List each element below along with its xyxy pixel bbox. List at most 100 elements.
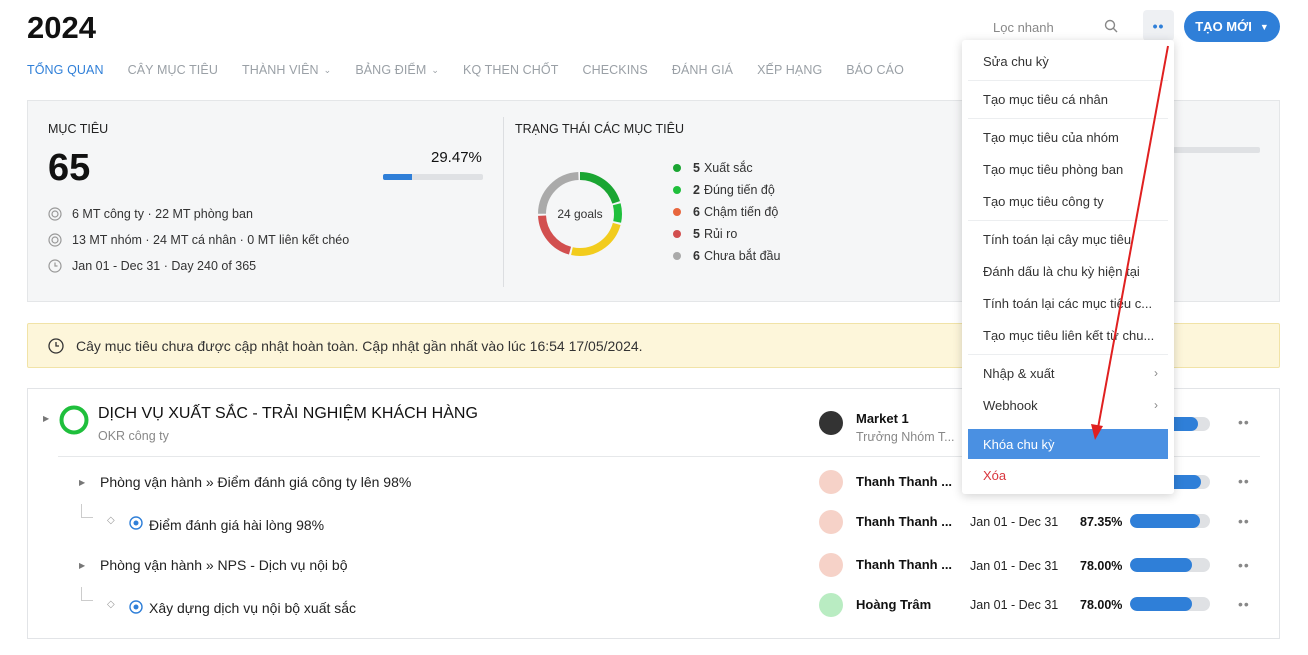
menu-item-create-personal[interactable]: Tạo mục tiêu cá nhân [968,84,1168,114]
okr-row-title[interactable]: Phòng vận hành » Điểm đánh giá công ty l… [100,474,411,490]
menu-item-edit-cycle[interactable]: Sửa chu kỳ [968,46,1168,76]
menu-item-create-company[interactable]: Tạo mục tiêu công ty [968,186,1168,216]
tab-key-results[interactable]: KQ THEN CHỐT [463,63,558,77]
menu-item-create-department[interactable]: Tạo mục tiêu phòng ban [968,154,1168,184]
menu-label: Khóa chu kỳ [983,436,1055,452]
tab-checkins[interactable]: CHECKINS [582,63,647,77]
menu-label: Tạo mục tiêu liên kết từ chu... [983,327,1155,343]
expand-icon[interactable]: ▶ [43,414,49,423]
row-menu-icon[interactable]: •• [1238,557,1250,573]
row-date: Jan 01 - Dec 31 [970,598,1059,612]
row-date: Jan 01 - Dec 31 [970,559,1059,573]
avatar [819,470,843,494]
tab-label: ĐÁNH GIÁ [671,63,734,77]
tab-label: TỔNG QUAN [27,63,104,77]
search-icon[interactable] [1104,19,1118,36]
chevron-right-icon: › [1154,366,1158,380]
status-count: 6 [693,249,700,263]
avatar [819,411,843,435]
expand-icon[interactable]: ▶ [79,478,85,487]
status-dot [673,230,681,238]
okr-title[interactable]: DỊCH VỤ XUẤT SẮC - TRẢI NGHIỆM KHÁCH HÀN… [98,405,478,423]
menu-divider [968,220,1168,221]
tab-reviews[interactable]: ĐÁNH GIÁ [672,63,733,77]
tab-label: CÂY MỤC TIÊU [127,63,218,77]
tab-ranking[interactable]: XẾP HẠNG [757,63,822,77]
okr-row-title[interactable]: Điểm đánh giá hài lòng 98% [149,517,324,533]
row-menu-icon[interactable]: •• [1238,513,1250,529]
partial-progress-bar [1173,147,1260,153]
meta-text: 6 MT công ty · 22 MT phòng ban [72,207,253,221]
menu-divider [968,118,1168,119]
meta-text: Jan 01 - Dec 31 · Day 240 of 365 [72,259,257,273]
row-menu-icon[interactable]: •• [1238,596,1250,612]
create-label: TẠO MỚI [1195,19,1252,34]
menu-item-webhook[interactable]: Webhook › [968,390,1168,420]
okr-row-title[interactable]: Phòng vận hành » NPS - Dịch vụ nội bộ [100,557,348,573]
more-options-menu: Sửa chu kỳ Tạo mục tiêu cá nhân Tạo mục … [962,40,1174,494]
quick-filter-input[interactable] [980,19,1090,35]
expand-icon[interactable]: ▶ [79,561,85,570]
tab-scoreboard[interactable]: BẢNG ĐIỂM ⌄ [355,63,439,77]
menu-item-create-linked[interactable]: Tạo mục tiêu liên kết từ chu... [968,320,1168,350]
tab-members[interactable]: THÀNH VIÊN ⌄ [242,63,331,77]
tab-label: THÀNH VIÊN [241,63,319,77]
overall-progress-bar [383,174,483,180]
progress-fill [383,174,413,180]
status-label: Rủi ro [703,227,738,241]
legend-item-behind: 6 Chậm tiến độ [673,201,780,223]
menu-label: Tạo mục tiêu công ty [983,193,1104,209]
donut-center-label: 24 goals [557,207,602,221]
more-options-button[interactable]: •• [1143,10,1174,41]
menu-divider [968,80,1168,81]
page-title: 2024 [27,10,96,45]
status-count: 5 [693,227,700,241]
quick-filter [980,14,1130,40]
menu-item-mark-current[interactable]: Đánh dấu là chu kỳ hiện tại [968,256,1168,286]
menu-item-delete[interactable]: Xóa [968,460,1168,490]
notice-text: Cây mục tiêu chưa được cập nhật hoàn toà… [76,337,643,354]
menu-item-import-export[interactable]: Nhập & xuất › [968,358,1168,388]
status-count: 6 [693,205,700,219]
more-dots-icon: •• [1152,17,1165,34]
status-label: Chậm tiến độ [703,205,779,219]
row-pct: 87.35% [1080,515,1123,529]
tab-label: BẢNG ĐIỂM [355,63,427,77]
key-result-icon [129,516,143,530]
create-new-button[interactable]: TẠO MỚI ▼ [1184,11,1280,42]
avatar [819,510,843,534]
menu-label: Webhook [983,397,1038,413]
tree-connector [81,587,93,601]
tab-goal-tree[interactable]: CÂY MỤC TIÊU [128,63,218,77]
menu-label: Tạo mục tiêu phòng ban [983,161,1124,177]
owner-name: Thanh Thanh ... [856,514,953,529]
status-dot [673,208,681,216]
status-label: Chưa bắt đầu [703,249,781,263]
row-menu-icon[interactable]: •• [1238,414,1250,430]
menu-item-create-team[interactable]: Tạo mục tiêu của nhóm [968,122,1168,152]
menu-label: Tính toán lại các mục tiêu c... [983,295,1153,311]
tab-reports[interactable]: BÁO CÁO [846,63,904,77]
menu-item-recalc-goals[interactable]: Tính toán lại các mục tiêu c... [968,288,1168,318]
target-icon [48,207,62,221]
tab-label: KQ THEN CHỐT [463,63,559,77]
menu-item-lock-cycle[interactable]: Khóa chu kỳ [968,429,1168,459]
owner-name: Thanh Thanh ... [856,474,953,489]
status-dot [673,186,681,194]
progress-fill [1130,597,1193,611]
caret-down-icon: ▼ [1259,21,1269,32]
tab-label: BÁO CÁO [846,63,904,77]
okr-row-title[interactable]: Xây dựng dịch vụ nội bộ xuất sắc [149,600,356,616]
key-result-icon [129,600,143,614]
menu-label: Đánh dấu là chu kỳ hiện tại [983,263,1140,279]
row-pct: 78.00% [1080,559,1123,573]
status-dot [673,164,681,172]
menu-item-recalc-tree[interactable]: Tính toán lại cây mục tiêu [968,224,1168,254]
legend-item-not-started: 6 Chưa bắt đầu [673,245,780,267]
progress-fill [1130,514,1200,528]
tab-overview[interactable]: TỔNG QUAN [27,63,104,77]
menu-label: Tính toán lại cây mục tiêu [983,231,1132,247]
row-menu-icon[interactable]: •• [1238,473,1250,489]
goals-section-label: MỤC TIÊU [48,122,109,136]
status-dot [673,252,681,260]
